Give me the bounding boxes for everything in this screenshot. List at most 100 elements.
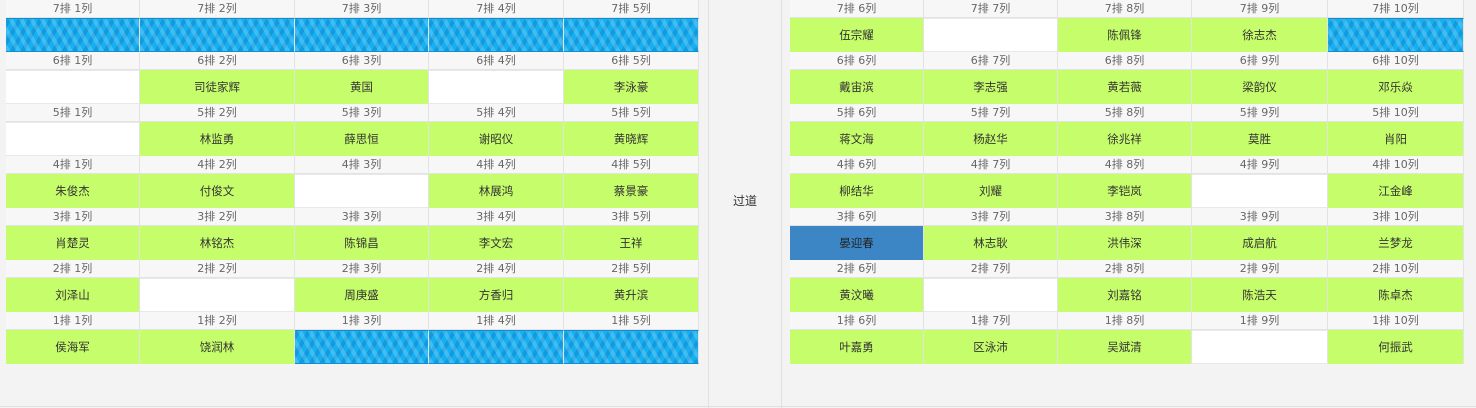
seat-occupied[interactable]: 何振武 bbox=[1328, 330, 1464, 364]
seat-blocked bbox=[295, 18, 429, 52]
seat-position-label: 1排 6列 bbox=[790, 312, 924, 330]
seat-occupied[interactable]: 李志强 bbox=[924, 70, 1058, 104]
seat-occupied[interactable]: 刘耀 bbox=[924, 174, 1058, 208]
seat-row: 朱俊杰 付俊文 林展鸿 蔡景豪 bbox=[6, 174, 699, 208]
seat-position-label: 2排 9列 bbox=[1192, 260, 1328, 278]
seat-empty[interactable] bbox=[924, 18, 1058, 52]
seat-occupied[interactable]: 戴宙滨 bbox=[790, 70, 924, 104]
seat-empty[interactable] bbox=[6, 70, 140, 104]
seat-position-label: 5排 9列 bbox=[1192, 104, 1328, 122]
seat-position-label: 1排 2列 bbox=[140, 312, 295, 330]
seat-occupied[interactable]: 莫胜 bbox=[1192, 122, 1328, 156]
seat-position-label: 7排 4列 bbox=[429, 0, 564, 18]
seat-position-label: 7排 6列 bbox=[790, 0, 924, 18]
seat-occupied[interactable]: 刘泽山 bbox=[6, 278, 140, 312]
seat-row bbox=[6, 18, 699, 52]
seat-occupied[interactable]: 陈浩天 bbox=[1192, 278, 1328, 312]
seat-occupied[interactable]: 兰梦龙 bbox=[1328, 226, 1464, 260]
seat-empty[interactable] bbox=[924, 278, 1058, 312]
seat-occupied[interactable]: 区泳沛 bbox=[924, 330, 1058, 364]
seat-occupied[interactable]: 侯海军 bbox=[6, 330, 140, 364]
seat-occupied[interactable]: 薛思恒 bbox=[295, 122, 429, 156]
seat-occupied[interactable]: 黄若薇 bbox=[1058, 70, 1192, 104]
seat-occupied[interactable]: 陈卓杰 bbox=[1328, 278, 1464, 312]
seat-position-label: 7排 7列 bbox=[924, 0, 1058, 18]
seat-occupied[interactable]: 周庚盛 bbox=[295, 278, 429, 312]
seat-occupied[interactable]: 蔡景豪 bbox=[564, 174, 699, 208]
seat-position-label: 5排 2列 bbox=[140, 104, 295, 122]
seat-occupied[interactable]: 黄晓辉 bbox=[564, 122, 699, 156]
seat-occupied[interactable]: 黄国 bbox=[295, 70, 429, 104]
seat-empty[interactable] bbox=[295, 174, 429, 208]
seat-position-label: 2排 7列 bbox=[924, 260, 1058, 278]
seat-empty[interactable] bbox=[1192, 174, 1328, 208]
seat-occupied[interactable]: 蒋文海 bbox=[790, 122, 924, 156]
seat-occupied[interactable]: 洪伟深 bbox=[1058, 226, 1192, 260]
seat-position-label: 3排 7列 bbox=[924, 208, 1058, 226]
seat-occupied[interactable]: 柳结华 bbox=[790, 174, 924, 208]
seat-position-label: 5排 6列 bbox=[790, 104, 924, 122]
seat-position-label: 6排 4列 bbox=[429, 52, 564, 70]
seat-position-label: 1排 4列 bbox=[429, 312, 564, 330]
seat-occupied[interactable]: 刘嘉铭 bbox=[1058, 278, 1192, 312]
seat-occupied[interactable]: 李泳豪 bbox=[564, 70, 699, 104]
seat-empty[interactable] bbox=[429, 70, 564, 104]
seat-empty[interactable] bbox=[140, 278, 295, 312]
seat-occupied[interactable]: 付俊文 bbox=[140, 174, 295, 208]
seat-row: 蒋文海 杨赵华 徐兆祥 莫胜 肖阳 bbox=[790, 122, 1464, 156]
row-label-strip: 3排 1列 3排 2列 3排 3列 3排 4列 3排 5列 bbox=[6, 208, 699, 226]
seat-blocked bbox=[564, 18, 699, 52]
seat-empty[interactable] bbox=[1192, 330, 1328, 364]
row-label-strip: 2排 1列 2排 2列 2排 3列 2排 4列 2排 5列 bbox=[6, 260, 699, 278]
seat-occupied[interactable]: 李文宏 bbox=[429, 226, 564, 260]
seat-position-label: 1排 10列 bbox=[1328, 312, 1464, 330]
seat-occupied[interactable]: 黄汶曦 bbox=[790, 278, 924, 312]
seat-row: 戴宙滨 李志强 黄若薇 梁韵仪 邓乐焱 bbox=[790, 70, 1464, 104]
seat-row: 司徒家辉 黄国 李泳豪 bbox=[6, 70, 699, 104]
seat-occupied[interactable]: 江金峰 bbox=[1328, 174, 1464, 208]
seat-selected[interactable]: 晏迎春 bbox=[790, 226, 924, 260]
seat-occupied[interactable]: 林志耿 bbox=[924, 226, 1058, 260]
seat-row: 刘泽山 周庚盛 方香归 黄升滨 bbox=[6, 278, 699, 312]
seat-occupied[interactable]: 饶润林 bbox=[140, 330, 295, 364]
seat-occupied[interactable]: 司徒家辉 bbox=[140, 70, 295, 104]
seat-occupied[interactable]: 肖阳 bbox=[1328, 122, 1464, 156]
seat-occupied[interactable]: 叶嘉勇 bbox=[790, 330, 924, 364]
seat-occupied[interactable]: 杨赵华 bbox=[924, 122, 1058, 156]
seat-occupied[interactable]: 林铭杰 bbox=[140, 226, 295, 260]
seat-occupied[interactable]: 林监勇 bbox=[140, 122, 295, 156]
seat-occupied[interactable]: 徐兆祥 bbox=[1058, 122, 1192, 156]
seat-empty[interactable] bbox=[6, 122, 140, 156]
seat-occupied[interactable]: 陈佩锋 bbox=[1058, 18, 1192, 52]
seat-position-label: 4排 1列 bbox=[6, 156, 140, 174]
seat-position-label: 2排 2列 bbox=[140, 260, 295, 278]
seat-occupied[interactable]: 朱俊杰 bbox=[6, 174, 140, 208]
seat-occupied[interactable]: 黄升滨 bbox=[564, 278, 699, 312]
seat-position-label: 3排 8列 bbox=[1058, 208, 1192, 226]
seat-occupied[interactable]: 梁韵仪 bbox=[1192, 70, 1328, 104]
seat-occupied[interactable]: 成启航 bbox=[1192, 226, 1328, 260]
seat-occupied[interactable]: 徐志杰 bbox=[1192, 18, 1328, 52]
seat-occupied[interactable]: 王祥 bbox=[564, 226, 699, 260]
seat-occupied[interactable]: 伍宗耀 bbox=[790, 18, 924, 52]
seat-occupied[interactable]: 林展鸿 bbox=[429, 174, 564, 208]
seat-position-label: 1排 7列 bbox=[924, 312, 1058, 330]
seat-occupied[interactable]: 肖楚灵 bbox=[6, 226, 140, 260]
seat-position-label: 4排 5列 bbox=[564, 156, 699, 174]
seat-blocked bbox=[1328, 18, 1464, 52]
seat-position-label: 2排 3列 bbox=[295, 260, 429, 278]
seat-occupied[interactable]: 方香归 bbox=[429, 278, 564, 312]
aisle: 过道 bbox=[708, 0, 782, 408]
seat-position-label: 4排 8列 bbox=[1058, 156, 1192, 174]
seat-position-label: 7排 10列 bbox=[1328, 0, 1464, 18]
seat-occupied[interactable]: 吴斌清 bbox=[1058, 330, 1192, 364]
seat-position-label: 5排 7列 bbox=[924, 104, 1058, 122]
seat-occupied[interactable]: 邓乐焱 bbox=[1328, 70, 1464, 104]
seat-row: 叶嘉勇 区泳沛 吴斌清 何振武 bbox=[790, 330, 1464, 364]
seat-grid-right: 7排 6列 7排 7列 7排 8列 7排 9列 7排 10列 伍宗耀 陈佩锋 徐志杰 6排 6列… bbox=[790, 0, 1464, 364]
seat-blocked bbox=[140, 18, 295, 52]
aisle-label: 过道 bbox=[732, 194, 757, 208]
seat-occupied[interactable]: 谢昭仪 bbox=[429, 122, 564, 156]
seat-occupied[interactable]: 李铠岚 bbox=[1058, 174, 1192, 208]
seat-occupied[interactable]: 陈锦昌 bbox=[295, 226, 429, 260]
